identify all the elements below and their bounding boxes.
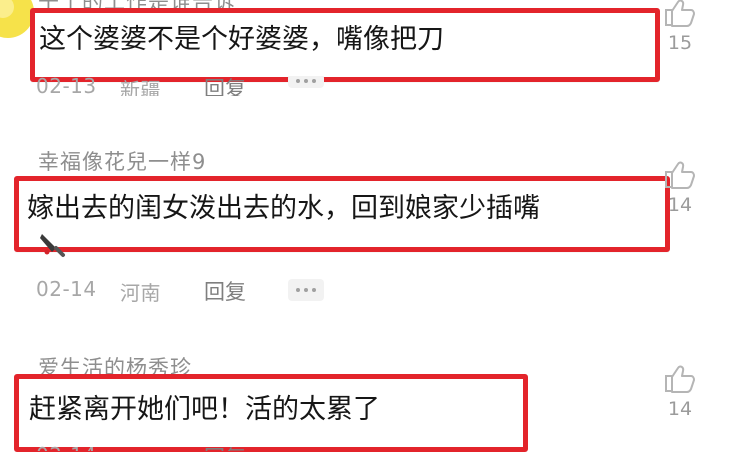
like-button[interactable]: 14 <box>660 364 700 420</box>
like-button[interactable]: 14 <box>660 160 700 216</box>
reply-button[interactable]: 回复 <box>204 76 246 96</box>
reply-button[interactable]: 回复 <box>204 276 246 306</box>
comment-location: 新疆 <box>120 78 161 96</box>
comment-date: 02-13 <box>36 76 97 96</box>
like-count: 14 <box>667 194 693 216</box>
more-dot <box>312 288 316 292</box>
comment-text[interactable]: 嫁出去的闺女泼出去的水，回到娘家少插嘴 <box>19 181 665 226</box>
comment-meta: 02-14 河南 回复 <box>36 277 356 307</box>
like-count: 15 <box>667 32 693 54</box>
comment-text[interactable]: 赶紧离开她们吧！活的太累了 <box>19 379 523 427</box>
comment-location: 河南 <box>120 281 161 305</box>
comment-date: 02-14 <box>36 445 97 451</box>
more-dot <box>312 79 316 83</box>
comment-highlight-box: 赶紧离开她们吧！活的太累了 <box>14 374 528 452</box>
comment-highlight-box: 嫁出去的闺女泼出去的水，回到娘家少插嘴 <box>14 176 670 252</box>
comment-date: 02-14 <box>36 277 97 301</box>
knife-sticker-icon <box>38 228 65 257</box>
thumbs-up-icon <box>665 161 695 189</box>
reply-button[interactable]: 回复 <box>204 445 246 451</box>
avatar[interactable] <box>0 0 34 38</box>
comment-text[interactable]: 这个婆婆不是个好婆婆，嘴像把刀 <box>35 13 655 57</box>
more-dot <box>304 288 308 292</box>
thumbs-up-icon <box>665 365 695 393</box>
more-button[interactable] <box>288 279 324 301</box>
more-button[interactable] <box>288 76 324 88</box>
thumbs-up-icon <box>665 0 695 27</box>
comment-meta: 02-13 新疆 回复 <box>36 76 336 96</box>
comment-username[interactable]: 幸福像花兒一样9 <box>38 146 206 176</box>
more-dot <box>296 288 300 292</box>
like-count: 14 <box>667 398 693 420</box>
comment-meta: 02-14 回复 <box>36 445 356 451</box>
comment-highlight-box: 这个婆婆不是个好婆婆，嘴像把刀 <box>30 8 660 82</box>
more-dot <box>296 79 300 83</box>
more-dot <box>304 79 308 83</box>
like-button[interactable]: 15 <box>660 0 700 54</box>
